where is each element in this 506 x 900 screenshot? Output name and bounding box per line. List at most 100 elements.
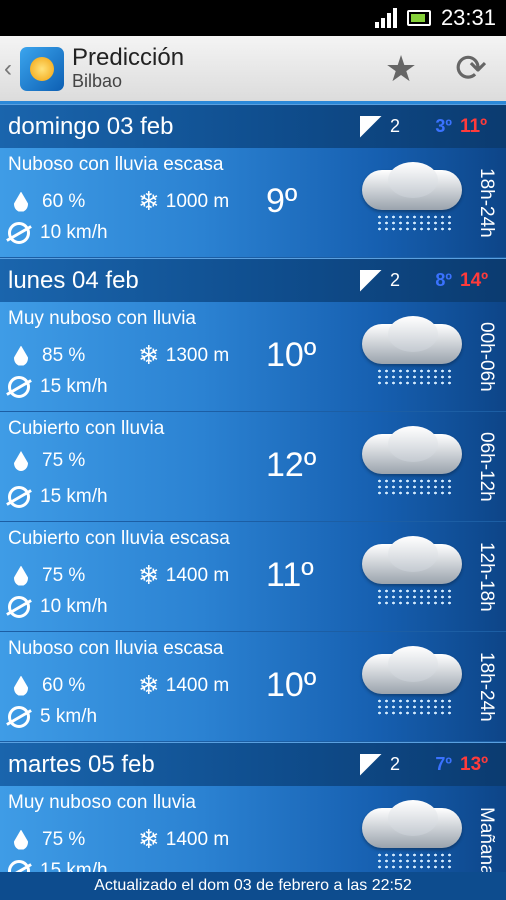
day-header[interactable]: lunes 04 feb 2 8º 14º <box>0 258 506 302</box>
wind-icon <box>8 376 30 398</box>
rain-cloud-icon <box>358 316 468 392</box>
precipitation-probability: 60 % <box>42 190 86 212</box>
forecast-list[interactable]: domingo 03 feb 2 3º 11º Nuboso con lluvia es… <box>0 104 506 872</box>
forecast-period-row[interactable]: Cubierto con lluvia escasa 75 % ❄ 1400 m 10 … <box>0 522 506 632</box>
day-header[interactable]: domingo 03 feb 2 3º 11º <box>0 104 506 148</box>
forecast-period-row[interactable]: Nuboso con lluvia escasa 60 % ❄ 1400 m 5 km/… <box>0 632 506 742</box>
min-temperature: 7º <box>435 754 452 774</box>
day-header[interactable]: martes 05 feb 2 7º 13º <box>0 742 506 786</box>
wind-row: 15 km/h <box>8 486 108 508</box>
temperature: 9º <box>266 182 298 220</box>
max-temperature: 13º <box>460 753 489 775</box>
humidity-row: 75 % ❄ 1400 m <box>8 824 229 855</box>
wind-speed: 15 km/h <box>40 860 108 872</box>
status-bar: 23:31 <box>0 0 506 36</box>
time-range: 18h-24h <box>476 652 497 722</box>
snow-level: 1000 m <box>165 190 230 212</box>
refresh-icon: ⟳ <box>455 48 487 90</box>
snowflake-icon: ❄ <box>138 186 160 216</box>
humidity-row: 60 % ❄ 1400 m <box>8 670 229 701</box>
wind-icon <box>8 706 30 728</box>
snowflake-icon: ❄ <box>138 824 160 854</box>
humidity-row: 60 % ❄ 1000 m <box>8 186 229 217</box>
raindrop-icon <box>14 829 28 850</box>
wind-flag-icon <box>360 115 382 138</box>
wind-icon <box>8 596 30 618</box>
humidity-row: 75 % ❄ 1400 m <box>8 560 229 591</box>
wind-flag-value: 2 <box>390 754 401 774</box>
rain-cloud-icon <box>358 162 468 238</box>
time-range: 12h-18h <box>476 542 497 612</box>
last-updated: Actualizado el dom 03 de febrero a las 2… <box>0 872 506 900</box>
weather-description: Cubierto con lluvia <box>8 418 165 439</box>
temperature: 10º <box>266 336 317 374</box>
time-range: 06h-12h <box>476 432 497 502</box>
weather-description: Muy nuboso con lluvia <box>8 308 196 329</box>
wind-speed: 15 km/h <box>40 376 108 397</box>
wind-flag-icon <box>360 269 382 292</box>
wind-icon <box>8 860 30 872</box>
forecast-period-row[interactable]: Cubierto con lluvia 75 % 15 km/h 12º 06h-12h <box>0 412 506 522</box>
refresh-button[interactable]: ⟳ <box>436 35 506 103</box>
snowflake-icon: ❄ <box>138 560 160 590</box>
min-temperature: 8º <box>435 270 452 290</box>
snow-level: 1400 m <box>165 828 230 850</box>
time-range: Mañana <box>476 806 497 872</box>
forecast-period-row[interactable]: Muy nuboso con lluvia 85 % ❄ 1300 m 15 km/h 1… <box>0 302 506 412</box>
wind-row: 10 km/h <box>8 596 108 618</box>
day-name: martes 05 feb <box>8 750 155 778</box>
wind-speed: 15 km/h <box>40 486 108 507</box>
wind-flag-icon <box>360 753 382 776</box>
time-range: 00h-06h <box>476 322 497 392</box>
rain-cloud-icon <box>358 646 468 722</box>
temperature: 12º <box>266 446 317 484</box>
snow-level: 1300 m <box>165 344 230 366</box>
weather-description: Cubierto con lluvia escasa <box>8 528 230 549</box>
star-icon: ★ <box>384 47 418 89</box>
snow-level: 1400 m <box>165 674 230 696</box>
wind-row: 15 km/h <box>8 860 108 872</box>
raindrop-icon <box>14 345 28 366</box>
page-title: Predicción <box>72 44 185 71</box>
temperature: 11º <box>266 556 314 594</box>
location-subtitle: Bilbao <box>72 71 123 91</box>
wind-icon <box>8 222 30 244</box>
wind-flag-value: 2 <box>390 270 401 290</box>
status-time: 23:31 <box>440 5 496 30</box>
wind-row: 5 km/h <box>8 706 97 728</box>
raindrop-icon <box>14 675 28 696</box>
raindrop-icon <box>14 451 28 471</box>
wind-flag-value: 2 <box>390 116 401 136</box>
max-temperature: 14º <box>460 269 489 291</box>
precipitation-probability: 75 % <box>42 828 86 850</box>
forecast-period-row[interactable]: Muy nuboso con lluvia 75 % ❄ 1400 m 15 km/h M… <box>0 786 506 872</box>
title-block: Predicción Bilbao <box>72 45 366 92</box>
precipitation-probability: 75 % <box>42 450 86 471</box>
rain-cloud-icon <box>358 536 468 612</box>
precipitation-probability: 85 % <box>42 344 86 366</box>
back-chevron-icon[interactable]: ‹ <box>4 55 18 83</box>
max-temperature: 11º <box>460 115 488 137</box>
rain-cloud-icon <box>358 800 468 872</box>
rain-cloud-icon <box>358 426 468 502</box>
weather-description: Muy nuboso con lluvia <box>8 792 196 813</box>
time-range: 18h-24h <box>476 168 497 238</box>
forecast-period-row[interactable]: Nuboso con lluvia escasa 60 % ❄ 1000 m 10 km… <box>0 148 506 258</box>
wind-row: 15 km/h <box>8 376 108 398</box>
weather-description: Nuboso con lluvia escasa <box>8 154 224 175</box>
snowflake-icon: ❄ <box>138 340 160 370</box>
precipitation-probability: 60 % <box>42 674 86 696</box>
snowflake-icon: ❄ <box>138 670 160 700</box>
raindrop-icon <box>14 191 28 212</box>
favorite-button[interactable]: ★ <box>366 35 436 103</box>
wind-icon <box>8 486 30 508</box>
precipitation-probability: 75 % <box>42 564 86 586</box>
wind-speed: 5 km/h <box>40 706 98 727</box>
app-logo-icon[interactable] <box>20 46 64 91</box>
day-name: lunes 04 feb <box>8 266 139 294</box>
day-name: domingo 03 feb <box>8 112 174 140</box>
raindrop-icon <box>14 565 28 586</box>
temperature: 10º <box>266 666 317 704</box>
min-temperature: 3º <box>435 116 452 136</box>
battery-icon <box>406 10 431 26</box>
